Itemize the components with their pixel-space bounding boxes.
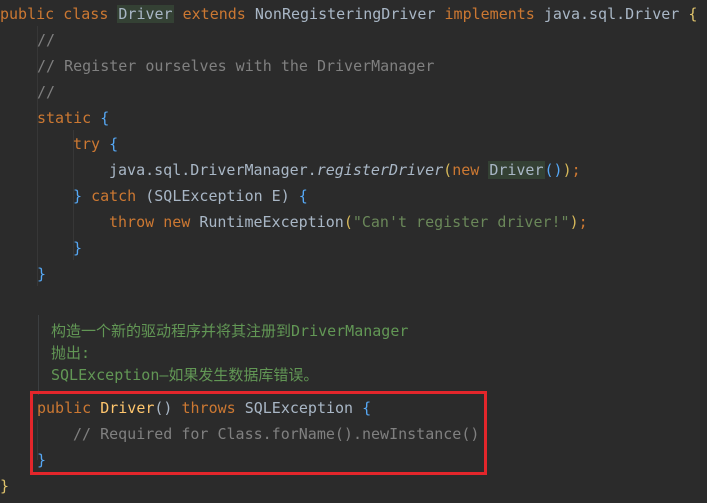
string-literal: "Can't register driver!" — [352, 213, 570, 231]
keyword-extends: extends — [182, 5, 246, 23]
code-line-close-brace: } — [73, 239, 83, 257]
exception-class: RuntimeException — [199, 213, 344, 231]
highlight-box — [30, 391, 487, 475]
javadoc-line: 抛出: — [51, 344, 91, 362]
javadoc-line: SQLException—如果发生数据库错误。 — [51, 366, 319, 384]
inner-parens: () — [544, 161, 563, 179]
keyword-class: class — [63, 5, 109, 23]
exception-param: SQLException E — [154, 187, 281, 205]
class-name: Driver — [117, 5, 174, 23]
paren-close: ) — [562, 161, 572, 179]
code-line-comment: // Register ourselves with the DriverMan… — [37, 57, 435, 75]
keyword-new: new — [163, 213, 191, 231]
parent-class: NonRegisteringDriver — [254, 5, 436, 23]
keyword-throw: throw — [109, 213, 155, 231]
code-line-class-close: } — [0, 477, 10, 495]
keyword-public: public — [0, 5, 55, 23]
paren-open: ( — [343, 213, 353, 231]
code-line-static-block: static { — [37, 105, 109, 131]
semicolon: ; — [578, 213, 588, 231]
paren-open: ( — [145, 187, 155, 205]
constructor-name: Driver — [488, 161, 545, 179]
paren-close: ) — [280, 187, 290, 205]
close-brace: } — [73, 187, 83, 205]
open-brace: { — [100, 109, 110, 127]
paren-open: ( — [443, 161, 453, 179]
semicolon: ; — [571, 161, 581, 179]
open-brace: { — [298, 187, 308, 205]
code-line-register-driver: java.sql.DriverManager.registerDriver(ne… — [109, 157, 581, 183]
javadoc-line: 构造一个新的驱动程序并将其注册到DriverManager — [51, 322, 409, 340]
code-editor[interactable]: public class Driver extends NonRegisteri… — [0, 0, 707, 503]
interface-name: java.sql.Driver — [543, 5, 680, 23]
open-brace: { — [688, 5, 698, 23]
paren-close: ) — [569, 213, 579, 231]
code-line-catch: } catch (SQLException E) { — [73, 183, 308, 209]
method-register-driver: registerDriver — [316, 161, 444, 179]
code-line-try: try { — [73, 131, 118, 157]
keyword-new: new — [452, 161, 480, 179]
qualified-prefix: java.sql.DriverManager. — [109, 161, 317, 179]
code-line-comment: // — [37, 31, 56, 49]
keyword-catch: catch — [91, 187, 137, 205]
keyword-implements: implements — [444, 5, 535, 23]
code-line-comment: // — [37, 83, 56, 101]
keyword-static: static — [37, 109, 92, 127]
code-line-class-declaration: public class Driver extends NonRegisteri… — [0, 1, 697, 27]
code-line-close-brace: } — [37, 265, 47, 283]
open-brace: { — [109, 135, 119, 153]
code-line-throw: throw new RuntimeException("Can't regist… — [109, 209, 588, 235]
keyword-try: try — [73, 135, 101, 153]
